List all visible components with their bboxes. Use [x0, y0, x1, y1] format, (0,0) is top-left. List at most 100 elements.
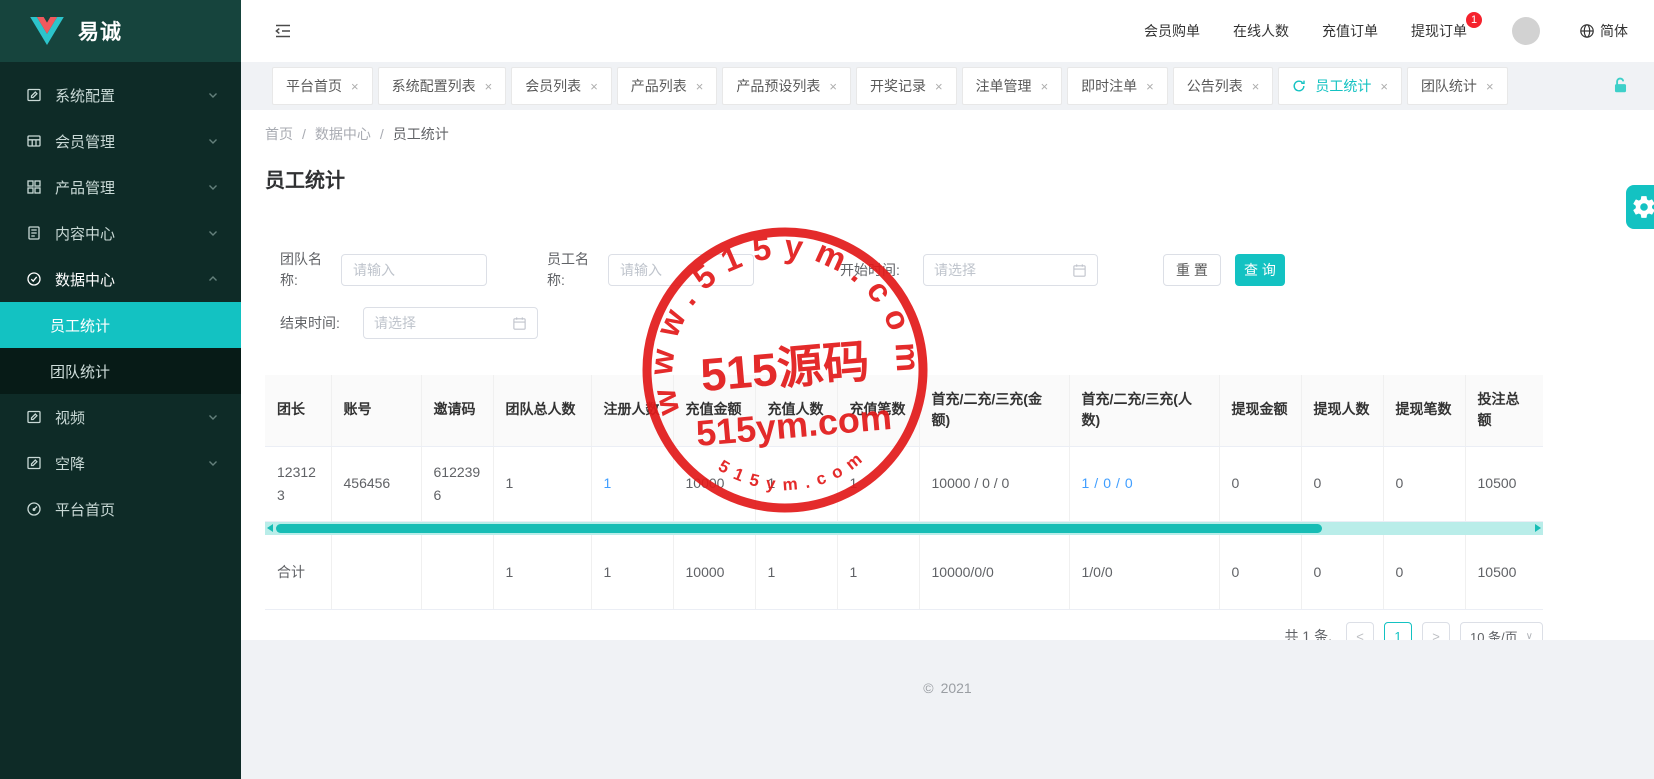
col-recharge-amount: 充值金额 [673, 375, 755, 446]
nav-withdraw-orders[interactable]: 提现订单 1 [1411, 21, 1467, 41]
sidebar-item-label: 视频 [55, 407, 85, 428]
sidebar-item-product-management[interactable]: 产品管理 [0, 164, 241, 210]
close-icon[interactable]: × [1486, 79, 1494, 94]
table-row: 123123 456456 6122396 1 1 10000 1 1 1000… [265, 446, 1543, 521]
cell-withdraw-count: 0 [1383, 446, 1465, 521]
document-icon [26, 225, 42, 241]
breadcrumb-home[interactable]: 首页 [265, 124, 293, 144]
sidebar-subitem-label: 员工统计 [50, 315, 110, 336]
withdraw-orders-badge: 1 [1466, 12, 1482, 28]
cell-registered-count: 1 [591, 446, 673, 521]
prev-page-button[interactable]: < [1346, 622, 1374, 640]
gear-icon [1631, 194, 1654, 220]
settings-drawer-button[interactable] [1626, 185, 1654, 229]
first-charge-count-link[interactable]: 1 [1082, 475, 1090, 491]
nav-withdraw-orders-label: 提现订单 [1411, 23, 1467, 39]
close-icon[interactable]: × [485, 79, 493, 94]
close-icon[interactable]: × [351, 79, 359, 94]
close-icon[interactable]: × [1146, 79, 1154, 94]
team-name-input[interactable] [341, 254, 487, 286]
sidebar-item-data-center[interactable]: 数据中心 [0, 256, 241, 302]
top-header: 会员购单 在线人数 充值订单 提现订单 1 简体 [241, 0, 1654, 62]
tab-team-stats[interactable]: 团队统计 × [1407, 67, 1508, 105]
lock-icon[interactable] [1612, 75, 1629, 95]
refresh-icon[interactable] [1292, 79, 1306, 93]
col-bet-total: 投注总额 [1465, 375, 1543, 446]
close-icon[interactable]: × [1380, 79, 1388, 94]
summary-cell: 1 [591, 535, 673, 610]
col-invite-code: 邀请码 [421, 375, 493, 446]
sidebar-item-airdrop[interactable]: 空降 [0, 440, 241, 486]
end-date-picker[interactable]: 请选择 [363, 307, 538, 339]
nav-recharge-orders[interactable]: 充值订单 [1322, 21, 1378, 41]
tab-system-config-list[interactable]: 系统配置列表× [378, 67, 507, 105]
close-icon[interactable]: × [1252, 79, 1260, 94]
col-registered-count: 注册人数 [591, 375, 673, 446]
close-icon[interactable]: × [829, 79, 837, 94]
sidebar-item-platform-home[interactable]: 平台首页 [0, 486, 241, 532]
sidebar-subitem-team-stats[interactable]: 团队统计 [0, 348, 241, 394]
scroll-right-icon[interactable] [1535, 524, 1541, 532]
language-switch[interactable]: 简体 [1579, 21, 1628, 41]
sidebar-item-video[interactable]: 视频 [0, 394, 241, 440]
scrollbar-thumb[interactable] [276, 524, 1322, 533]
close-icon[interactable]: × [935, 79, 943, 94]
third-charge-count-link[interactable]: 0 [1125, 475, 1133, 491]
cell-account: 456456 [331, 446, 421, 521]
summary-cell: 1 [755, 535, 837, 610]
tab-product-list[interactable]: 产品列表× [617, 67, 718, 105]
staff-stats-table: 团长 账号 邀请码 团队总人数 注册人数 充值金额 充值人数 充值笔数 首充/二… [265, 375, 1543, 610]
nav-member-orders[interactable]: 会员购单 [1144, 21, 1200, 41]
registered-count-link[interactable]: 1 [604, 475, 612, 491]
tab-announcement-list[interactable]: 公告列表× [1173, 67, 1274, 105]
summary-cell: 0 [1383, 535, 1465, 610]
query-button[interactable]: 查 询 [1235, 254, 1285, 286]
breadcrumb-separator: / [380, 126, 384, 142]
tab-label: 平台首页 [286, 76, 342, 96]
sidebar-item-member-management[interactable]: 会员管理 [0, 118, 241, 164]
horizontal-scrollbar[interactable] [265, 522, 1543, 535]
tab-label: 团队统计 [1421, 76, 1477, 96]
tab-lottery-records[interactable]: 开奖记录× [856, 67, 957, 105]
page-number-button[interactable]: 1 [1384, 622, 1412, 640]
edit-icon [26, 409, 42, 425]
staff-name-input[interactable] [608, 254, 754, 286]
second-charge-count-link[interactable]: 0 [1103, 475, 1111, 491]
sidebar-item-system-config[interactable]: 系统配置 [0, 72, 241, 118]
tab-bet-management[interactable]: 注单管理× [962, 67, 1063, 105]
summary-cell: 10500 [1465, 535, 1543, 610]
close-icon[interactable]: × [590, 79, 598, 94]
tab-staff-stats[interactable]: 员工统计× [1278, 67, 1402, 105]
scroll-left-icon[interactable] [267, 524, 273, 532]
col-first-charge-amounts: 首充/二充/三充(金额) [919, 375, 1069, 446]
tab-label: 产品预设列表 [736, 76, 820, 96]
chevron-down-icon [207, 411, 219, 423]
sidebar-item-content-center[interactable]: 内容中心 [0, 210, 241, 256]
summary-cell: 1 [837, 535, 919, 610]
tab-product-preset-list[interactable]: 产品预设列表 × [722, 67, 851, 105]
avatar[interactable] [1512, 17, 1540, 45]
cell-first-charge-counts: 1/0/0 [1069, 446, 1219, 521]
sidebar-subitem-staff-stats[interactable]: 员工统计 [0, 302, 241, 348]
page-size-select[interactable]: 10 条/页 ∨ [1460, 622, 1543, 640]
collapse-sidebar-icon[interactable] [273, 21, 293, 41]
col-account: 账号 [331, 375, 421, 446]
table-icon [26, 133, 42, 149]
reset-button[interactable]: 重 置 [1163, 254, 1221, 286]
chevron-up-icon [207, 273, 219, 285]
close-icon[interactable]: × [696, 79, 704, 94]
cell-withdraw-users: 0 [1301, 446, 1383, 521]
close-icon[interactable]: × [1041, 79, 1049, 94]
tab-member-list[interactable]: 会员列表× [511, 67, 612, 105]
summary-cell: 1/0/0 [1069, 535, 1219, 610]
breadcrumb-data-center[interactable]: 数据中心 [315, 124, 371, 144]
tab-platform-home[interactable]: 平台首页 × [272, 67, 373, 105]
table-header-row: 团长 账号 邀请码 团队总人数 注册人数 充值金额 充值人数 充值笔数 首充/二… [265, 375, 1543, 446]
data-center-submenu: 员工统计 团队统计 [0, 302, 241, 394]
nav-online-count[interactable]: 在线人数 [1233, 21, 1289, 41]
start-date-picker[interactable]: 请选择 [923, 254, 1098, 286]
next-page-button[interactable]: > [1422, 622, 1450, 640]
tab-realtime-bets[interactable]: 即时注单× [1067, 67, 1168, 105]
chevron-down-icon [207, 89, 219, 101]
slash-separator: / [1094, 475, 1098, 491]
